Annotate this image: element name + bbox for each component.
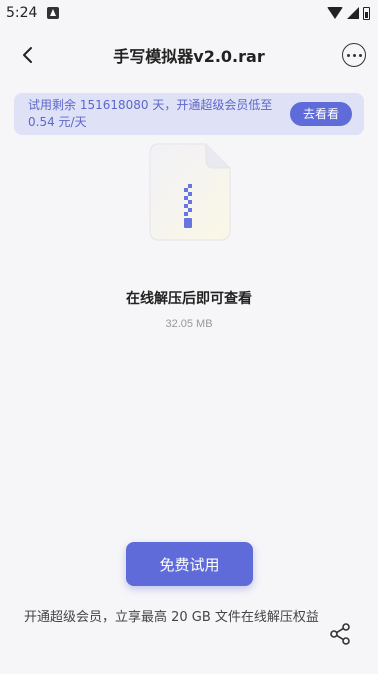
vip-promo-text: 开通超级会员，立享最高 20 GB 文件在线解压权益 (24, 610, 319, 625)
status-icons (327, 6, 370, 20)
go-see-button[interactable]: 去看看 (290, 102, 352, 126)
more-button[interactable] (342, 43, 366, 67)
file-size: 32.05 MB (165, 318, 213, 330)
battery-icon (363, 6, 370, 20)
back-button[interactable] (14, 41, 42, 69)
status-bar: 5:24 (0, 0, 378, 26)
share-icon[interactable] (327, 621, 353, 647)
chevron-left-icon (23, 47, 32, 63)
more-icon (346, 53, 350, 57)
banner-text: 试用剩余 151618080 天，开通超级会员低至 0.54 元/天 (28, 98, 273, 129)
unzip-message: 在线解压后即可查看 (126, 291, 252, 307)
zip-file-icon (149, 143, 231, 241)
top-bar: 手写模拟器v2.0.rar (0, 26, 378, 84)
free-trial-button[interactable]: 免费试用 (126, 542, 253, 586)
wifi-icon (327, 7, 343, 19)
a-letter-icon (47, 7, 60, 19)
status-time: 5:24 (6, 5, 38, 21)
vip-banner: 试用剩余 151618080 天，开通超级会员低至 0.54 元/天 去看看 (14, 93, 364, 135)
page-title: 手写模拟器v2.0.rar (113, 47, 265, 66)
signal-icon (347, 7, 359, 19)
